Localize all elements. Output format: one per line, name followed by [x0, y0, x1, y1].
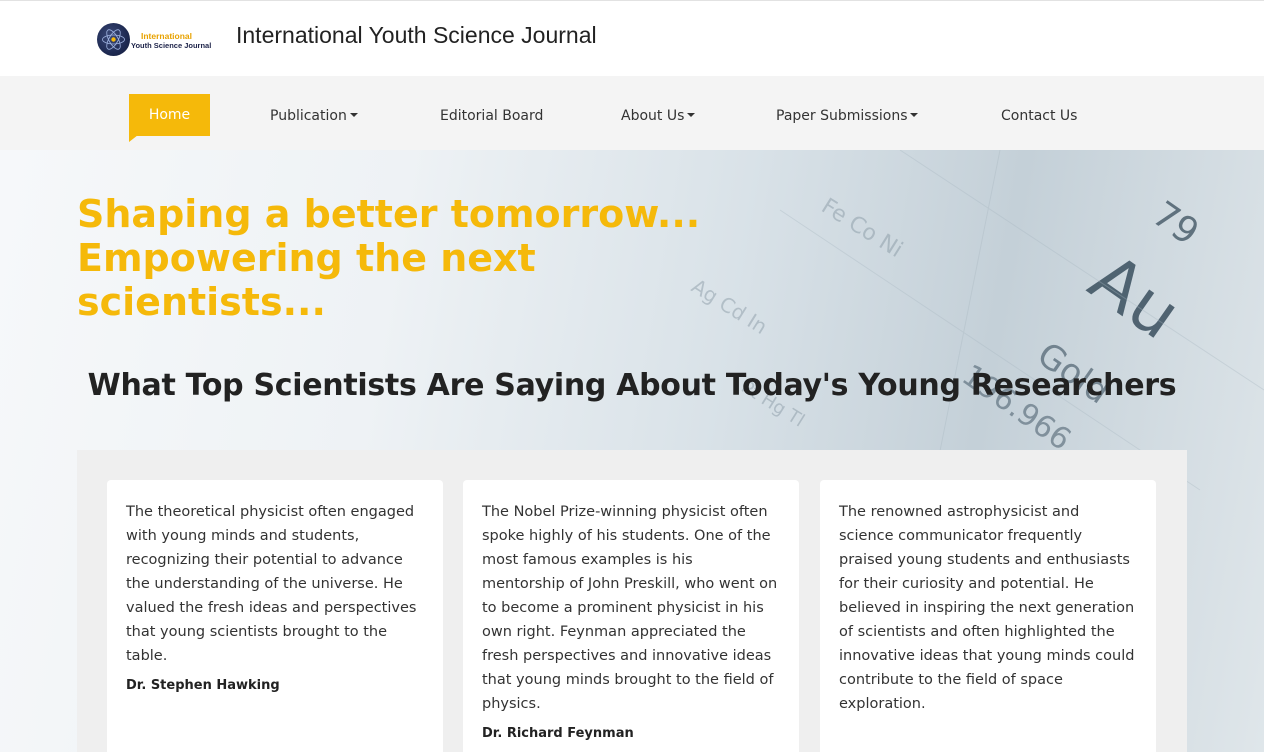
- header: International Youth Science Journal Inte…: [0, 0, 1264, 76]
- testimonial-text: The renowned astrophysicist and science …: [839, 504, 1135, 712]
- nav-publication[interactable]: Publication: [270, 76, 358, 150]
- nav-editorial-board-label: Editorial Board: [440, 108, 544, 124]
- logo-text-line2: Youth Science Journal: [131, 41, 212, 50]
- nav-about-us-label: About Us: [621, 108, 685, 124]
- testimonial-card: The theoretical physicist often engaged …: [107, 480, 443, 752]
- hero-heading-line2: Empowering the next: [77, 236, 536, 280]
- nav-contact-us-label: Contact Us: [1001, 108, 1078, 124]
- hero-section: Fe Co Ni Ag Cd In Pt Hg Tl Rh Pd 79 Au G…: [0, 150, 1264, 752]
- hero-heading-line1: Shaping a better tomorrow...: [77, 192, 701, 236]
- testimonial-card: The Nobel Prize-winning physicist often …: [463, 480, 799, 752]
- nav-home[interactable]: Home: [129, 94, 210, 136]
- nav-publication-label: Publication: [270, 108, 347, 124]
- atom-icon: [97, 23, 130, 56]
- testimonial-text: The Nobel Prize-winning physicist often …: [482, 504, 778, 712]
- site-title[interactable]: International Youth Science Journal: [236, 22, 597, 49]
- nav-paper-submissions[interactable]: Paper Submissions: [776, 76, 919, 150]
- nav-paper-submissions-label: Paper Submissions: [776, 108, 908, 124]
- caret-down-icon: [910, 113, 919, 117]
- testimonial-author: Dr. Stephen Hawking: [126, 678, 280, 693]
- caret-down-icon: [687, 113, 696, 117]
- testimonial-text: The theoretical physicist often engaged …: [126, 504, 417, 664]
- nav-contact-us[interactable]: Contact Us: [1001, 76, 1077, 150]
- nav-about-us[interactable]: About Us: [621, 76, 696, 150]
- bg-atomic-number: 79: [1145, 194, 1206, 254]
- journal-logo[interactable]: International Youth Science Journal: [97, 23, 219, 57]
- nav-editorial-board[interactable]: Editorial Board: [440, 76, 543, 150]
- nav-home-tail: [129, 135, 138, 142]
- testimonial-author: Dr. Richard Feynman: [482, 726, 634, 741]
- testimonials-title: What Top Scientists Are Saying About Tod…: [87, 368, 1177, 403]
- hero-heading-line3: scientists...: [77, 280, 326, 324]
- testimonials-panel: The theoretical physicist often engaged …: [77, 450, 1187, 752]
- testimonial-card: The renowned astrophysicist and science …: [820, 480, 1156, 752]
- caret-down-icon: [349, 113, 358, 117]
- logo-text-line1: International: [141, 31, 193, 41]
- bg-element-symbol: Au: [1075, 239, 1194, 355]
- hero-heading: Shaping a better tomorrow... Empowering …: [77, 192, 717, 324]
- svg-text:Fe Co Ni: Fe Co Ni: [817, 194, 907, 263]
- main-nav: Home Publication Editorial Board About U…: [0, 76, 1264, 150]
